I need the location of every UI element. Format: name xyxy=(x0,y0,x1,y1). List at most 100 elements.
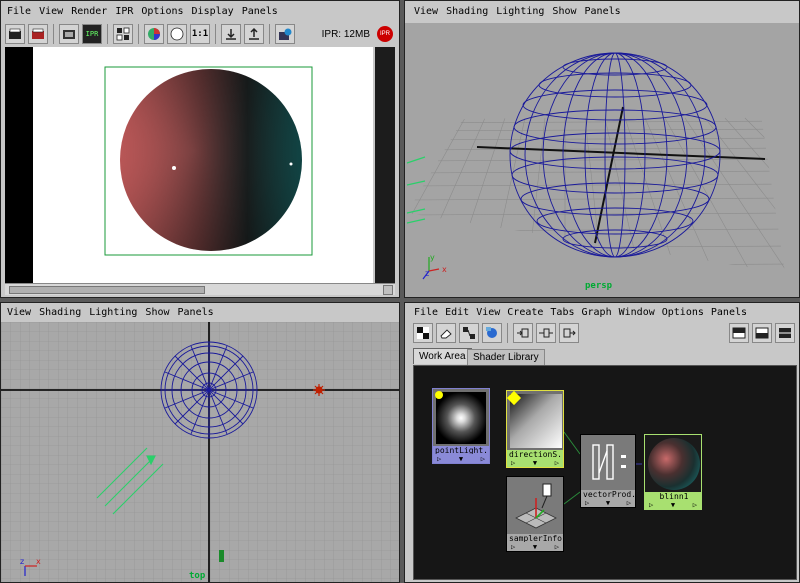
alpha-channel-icon[interactable] xyxy=(167,24,187,44)
node-blinn[interactable]: blinn1 ▷ ▼ ▷ xyxy=(644,434,702,510)
output-connections-icon[interactable] xyxy=(559,323,579,343)
keep-image-icon[interactable] xyxy=(221,24,241,44)
tab-work-area-label: Work Area xyxy=(419,351,466,362)
node-point-light[interactable]: pointLight... ▷ ▼ ▷ xyxy=(432,388,490,464)
node-directional-footer: ▷ ▼ ▷ xyxy=(507,458,563,467)
ipr-memory-status: IPR: 12MB xyxy=(321,28,370,40)
hypershade-menubar: File Edit View Create Tabs Graph Window … xyxy=(405,303,799,321)
menu-display[interactable]: Display xyxy=(192,6,234,17)
ipr-stop-badge[interactable]: IPR xyxy=(377,26,393,42)
menu-options[interactable]: Options xyxy=(141,6,183,17)
tab-shader-library-label: Shader Library xyxy=(473,352,539,363)
render-globals-icon[interactable] xyxy=(275,24,295,44)
point-light-swatch xyxy=(436,392,486,444)
graph-network-icon[interactable] xyxy=(482,323,502,343)
top-camera-label: top xyxy=(189,571,206,581)
ipr-badge-label: IPR xyxy=(379,31,390,37)
ratio-button[interactable]: 1:1 xyxy=(190,24,210,44)
persp-gizmo-x-label: x xyxy=(442,265,447,274)
node-sampler-info-footer: ▷ ▼ ▷ xyxy=(507,542,563,551)
rendered-image xyxy=(33,47,373,283)
persp-gizmo-y-label: y xyxy=(430,253,435,262)
persp-light-icon[interactable] xyxy=(406,156,426,224)
node-blinn-footer: ▷ ▼ ▷ xyxy=(645,500,701,509)
ipr-render-icon[interactable]: IPR xyxy=(82,24,102,44)
persp-view-panel: View Shading Lighting Show Panels y z x … xyxy=(404,0,800,298)
render-horizontal-scrollbar[interactable] xyxy=(5,283,395,295)
menu-panels[interactable]: Panels xyxy=(585,6,621,17)
graph-materials-icon[interactable] xyxy=(459,323,479,343)
menu-file[interactable]: File xyxy=(414,307,438,318)
top-camera-icon[interactable] xyxy=(219,550,224,562)
rgb-channel-icon[interactable] xyxy=(144,24,164,44)
top-sphere-wireframe[interactable] xyxy=(160,341,258,439)
menu-show[interactable]: Show xyxy=(552,6,576,17)
menu-shading[interactable]: Shading xyxy=(446,6,488,17)
node-vector-product-footer: ▷ ▼ ▷ xyxy=(581,498,635,507)
menu-view[interactable]: View xyxy=(39,6,63,17)
top-viewport[interactable] xyxy=(1,322,400,583)
menu-view[interactable]: View xyxy=(476,307,500,318)
node-sampler-info[interactable]: samplerInfo1 ▷ ▼ ▷ xyxy=(506,476,564,552)
menu-edit[interactable]: Edit xyxy=(445,307,469,318)
render-view-menubar: File View Render IPR Options Display Pan… xyxy=(1,1,399,21)
menu-window[interactable]: Window xyxy=(619,307,655,318)
refresh-ipr-icon[interactable] xyxy=(113,24,133,44)
persp-axis-z xyxy=(594,106,624,244)
tab-shader-library[interactable]: Shader Library xyxy=(467,349,545,365)
tab-work-area[interactable]: Work Area xyxy=(413,348,472,364)
render-region-icon[interactable] xyxy=(28,24,48,44)
menu-ipr[interactable]: IPR xyxy=(115,6,133,17)
toolbar-separator xyxy=(53,24,54,44)
node-point-light-footer: ▷ ▼ ▷ xyxy=(433,454,489,463)
point-light-icon xyxy=(435,391,443,399)
layout-bottom-icon[interactable] xyxy=(752,323,772,343)
menu-lighting[interactable]: Lighting xyxy=(89,307,137,318)
blinn-swatch xyxy=(648,438,700,490)
layout-split-icon[interactable] xyxy=(775,323,795,343)
menu-options[interactable]: Options xyxy=(662,307,704,318)
input-connections-icon[interactable] xyxy=(513,323,533,343)
hypershade-toolbar xyxy=(405,321,799,345)
menu-panels[interactable]: Panels xyxy=(711,307,747,318)
menu-shading[interactable]: Shading xyxy=(39,307,81,318)
checker-icon[interactable] xyxy=(413,323,433,343)
render-frame-icon[interactable] xyxy=(5,24,25,44)
persp-viewport[interactable] xyxy=(405,23,800,298)
menu-tabs[interactable]: Tabs xyxy=(550,307,574,318)
node-directional[interactable]: directionS... ▷ ▼ ▷ xyxy=(506,390,564,468)
render-vertical-scrollbar[interactable] xyxy=(375,47,395,283)
menu-show[interactable]: Show xyxy=(145,307,169,318)
toolbar-separator xyxy=(138,24,139,44)
top-gizmo-z-label: z xyxy=(20,557,25,566)
toolbar-separator xyxy=(215,24,216,44)
render-view-panel: File View Render IPR Options Display Pan… xyxy=(0,0,400,298)
menu-view[interactable]: View xyxy=(7,307,31,318)
menu-graph[interactable]: Graph xyxy=(582,307,612,318)
menu-panels[interactable]: Panels xyxy=(178,307,214,318)
menu-lighting[interactable]: Lighting xyxy=(496,6,544,17)
top-gizmo-x-label: x xyxy=(36,557,41,566)
menu-panels[interactable]: Panels xyxy=(242,6,278,17)
menu-create[interactable]: Create xyxy=(507,307,543,318)
rendered-sphere xyxy=(104,66,313,256)
snapshot-icon[interactable] xyxy=(59,24,79,44)
persp-gizmo-z-label: z xyxy=(425,269,430,278)
toolbar-separator xyxy=(507,323,508,343)
menu-view[interactable]: View xyxy=(414,6,438,17)
toolbar-separator xyxy=(269,24,270,44)
eraser-icon[interactable] xyxy=(436,323,456,343)
io-connections-icon[interactable] xyxy=(536,323,556,343)
top-view-menubar: View Shading Lighting Show Panels xyxy=(1,303,399,321)
render-canvas xyxy=(5,47,373,283)
node-vector-product[interactable]: vectorProd... ▷ ▼ ▷ xyxy=(580,434,636,508)
vector-product-icon xyxy=(585,439,633,487)
toolbar-separator xyxy=(107,24,108,44)
hypershade-work-area[interactable]: pointLight... ▷ ▼ ▷ directionS... ▷ ▼ ▷ … xyxy=(413,365,797,580)
menu-file[interactable]: File xyxy=(7,6,31,17)
remove-image-icon[interactable] xyxy=(244,24,264,44)
menu-render[interactable]: Render xyxy=(71,6,107,17)
layout-top-icon[interactable] xyxy=(729,323,749,343)
top-ground-grid xyxy=(1,322,399,582)
top-view-panel: View Shading Lighting Show Panels z x to… xyxy=(0,302,400,583)
